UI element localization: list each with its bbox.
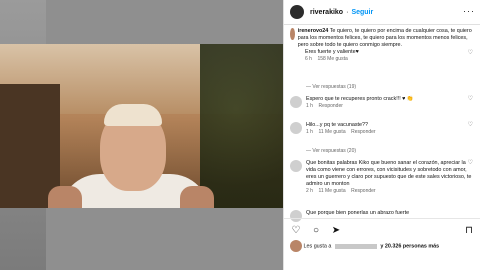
comment-3-like-icon[interactable]: ♡ <box>468 160 473 167</box>
post-header: riverakiko · Seguir ··· <box>284 0 480 25</box>
photo-person-arm-left <box>48 186 82 208</box>
comment-icon[interactable]: ○ <box>310 224 322 236</box>
post-caption: irenerovo24 Te quiero, te quiero por enc… <box>290 28 475 63</box>
comment-3-likes[interactable]: 11 Me gusta <box>318 188 345 194</box>
heart-icon[interactable]: ♡ <box>290 224 302 236</box>
bookmark-icon[interactable]: ⊓ <box>463 224 475 236</box>
caption-likes[interactable]: 158 Me gusta <box>317 56 347 62</box>
comment-4-text: Que porque bien ponerlas un abrazo fuert… <box>306 210 410 216</box>
more-options-icon[interactable]: ··· <box>463 6 475 16</box>
comment-2: Hilo...y pq te vacunaste?? 1 h 11 Me gus… <box>290 122 475 136</box>
caption-like-icon[interactable]: ♡ <box>468 50 473 57</box>
comment-4-avatar[interactable] <box>290 210 302 222</box>
comment-1-text: Espero que te recuperes pronto crack!!! … <box>306 96 414 102</box>
liker-avatar <box>290 240 302 252</box>
caption-text-2: Eres fuerte y valiente♥ <box>305 49 359 55</box>
comment-2-avatar[interactable] <box>290 122 302 134</box>
post-side-panel: riverakiko · Seguir ··· irenerovo24 Te q… <box>283 0 480 270</box>
comment-1-like-icon[interactable]: ♡ <box>468 96 473 103</box>
comment-2-likes[interactable]: 11 Me gusta <box>318 129 345 135</box>
blurred-username <box>334 243 377 249</box>
likes-prefix: Les gusta a <box>303 243 332 250</box>
actions-divider <box>284 218 480 219</box>
comment-1-avatar[interactable] <box>290 96 302 108</box>
comment-4-partial: Que porque bien ponerlas un abrazo fuert… <box>290 210 475 222</box>
comment-3-reply[interactable]: Responder <box>351 188 375 194</box>
author-avatar[interactable] <box>290 5 304 19</box>
comment-1-reply[interactable]: Responder <box>318 103 342 109</box>
post-photo[interactable] <box>0 44 283 208</box>
comment-3-time: 2 h <box>306 188 313 194</box>
comment-2-reply[interactable]: Responder <box>351 129 375 135</box>
share-icon[interactable]: ➤ <box>330 224 342 236</box>
comment-1: Espero que te recuperes pronto crack!!! … <box>290 96 475 110</box>
likes-line[interactable]: Les gusta a y 20.326 personas más <box>290 240 475 252</box>
comment-3: Que bonitas palabras Kiko que bueno sana… <box>290 160 475 195</box>
photo-person-cap <box>104 104 162 126</box>
likes-suffix: y 20.326 personas más <box>380 243 440 250</box>
photo-tree <box>200 44 283 208</box>
comment-2-text: Hilo...y pq te vacunaste?? <box>306 122 369 128</box>
follow-button[interactable]: Seguir <box>351 9 373 16</box>
author-username[interactable]: riverakiko <box>310 9 343 16</box>
comment-3-text: Que bonitas palabras Kiko que bueno sana… <box>306 160 472 187</box>
caption-author[interactable]: irenerovo24 <box>298 28 329 34</box>
caption-time: 6 h <box>305 56 312 62</box>
comment-2-like-icon[interactable]: ♡ <box>468 122 473 129</box>
comment-1-time: 1 h <box>306 103 313 109</box>
post-actions: ♡ ○ ➤ ⊓ <box>290 224 475 236</box>
comment-2-time: 1 h <box>306 129 313 135</box>
comment-3-avatar[interactable] <box>290 160 302 172</box>
commenter-avatar[interactable] <box>290 28 295 40</box>
view-replies-2[interactable]: — Ver respuestas (20) <box>306 148 356 154</box>
photo-person-arm-right <box>180 186 214 208</box>
separator-dot: · <box>346 8 349 16</box>
view-replies-1[interactable]: — Ver respuestas (19) <box>306 84 356 90</box>
